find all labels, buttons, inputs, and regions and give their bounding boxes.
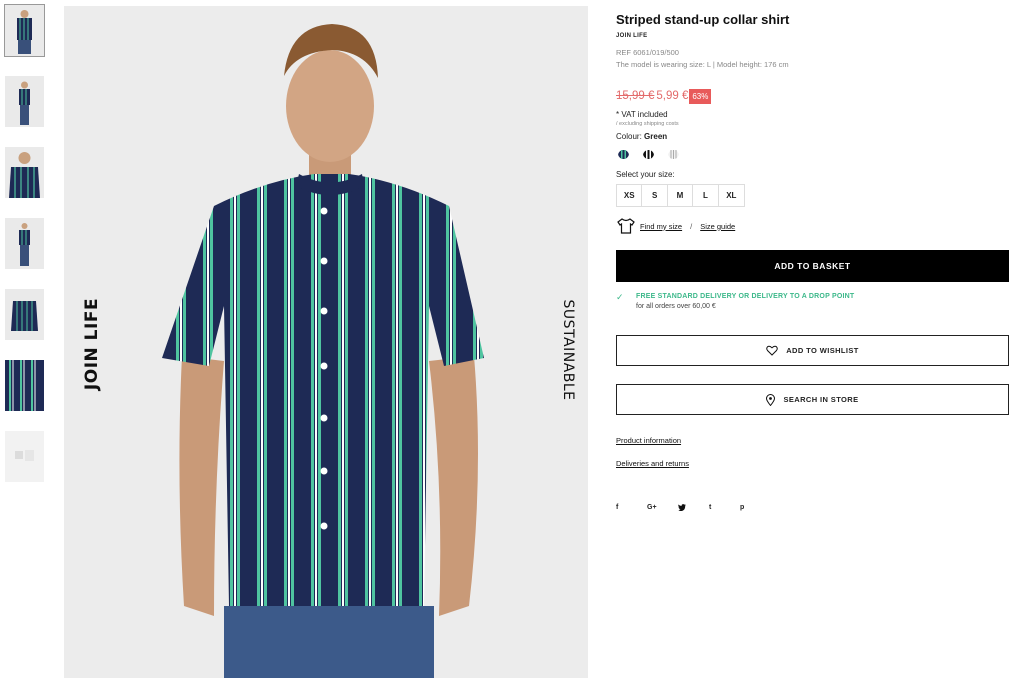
social-share: f G+ t p [616,504,1009,513]
search-in-store-label: SEARCH IN STORE [783,395,859,404]
product-ref: REF 6061/019/500 [616,48,679,57]
thumbnail-4[interactable] [5,218,44,269]
thumbnail-2[interactable] [5,76,44,127]
product-brand: JOIN LIFE [616,33,648,39]
colour-label-text: Colour: [616,132,642,141]
colour-swatch-grey[interactable] [668,148,679,159]
sustainable-label: SUSTAINABLE [560,299,576,401]
delivery-subtitle: for all orders over 60,00 € [636,303,716,310]
google-plus-icon[interactable]: G+ [647,504,678,513]
product-information-link[interactable]: Product information [616,436,681,445]
colour-swatch-black-white[interactable] [643,148,654,159]
vat-note: * VAT included [616,110,668,119]
old-price: 15,99 € [616,90,655,102]
colour-swatches [618,148,1009,159]
join-life-label: JOIN LIFE [82,297,102,391]
size-selector: XS S M L XL [616,184,745,207]
heart-icon [766,345,778,356]
thumbnail-3[interactable] [5,147,44,198]
size-option-l[interactable]: L [693,185,719,206]
delivery-info: ✓ FREE STANDARD DELIVERY OR DELIVERY TO … [616,292,1009,310]
add-to-wishlist-button[interactable]: ADD TO WISHLIST [616,335,1009,366]
facebook-icon[interactable]: f [616,504,647,513]
location-pin-icon [766,393,776,406]
model-photo [64,6,588,678]
size-option-m[interactable]: M [668,185,694,206]
size-option-xl[interactable]: XL [719,185,744,206]
shirt-icon [617,218,635,234]
pinterest-icon[interactable]: p [740,504,771,513]
thumbnail-1[interactable] [4,4,45,57]
size-help-row: Find my size / Size guide [616,218,1009,234]
new-price: 5,99 € [656,90,689,102]
product-main-image[interactable]: JOIN LIFE SUSTAINABLE [64,6,588,678]
size-label: Select your size: [616,170,675,179]
colour-label: Colour: Green [616,132,1009,141]
shipping-note: / excluding shipping costs [616,121,679,127]
size-option-s[interactable]: S [642,185,668,206]
add-to-wishlist-label: ADD TO WISHLIST [786,346,859,355]
delivery-title: FREE STANDARD DELIVERY OR DELIVERY TO A … [636,293,855,300]
deliveries-returns-link[interactable]: Deliveries and returns [616,459,689,468]
check-icon: ✓ [616,292,624,302]
thumbnail-strip [4,4,45,502]
product-info-panel: Striped stand-up collar shirt JOIN LIFE … [616,12,1009,513]
size-option-xs[interactable]: XS [617,185,643,206]
thumbnail-5[interactable] [5,289,44,340]
search-in-store-button[interactable]: SEARCH IN STORE [616,384,1009,415]
thumbnail-7[interactable] [5,431,44,482]
find-my-size-link[interactable]: Find my size [640,222,682,231]
price-row: 15,99 € 5,99 € 63% [616,88,1009,104]
add-to-basket-button[interactable]: ADD TO BASKET [616,250,1009,282]
separator: / [690,221,693,231]
model-info: The model is wearing size: L | Model hei… [616,60,789,69]
thumbnail-6[interactable] [5,360,44,411]
tumblr-icon[interactable]: t [709,504,740,513]
size-guide-link[interactable]: Size guide [700,222,735,231]
product-title: Striped stand-up collar shirt [616,12,790,27]
discount-badge: 63% [689,88,712,104]
colour-value: Green [644,132,668,141]
colour-swatch-navy-green[interactable] [618,148,629,159]
twitter-icon[interactable] [678,504,709,513]
